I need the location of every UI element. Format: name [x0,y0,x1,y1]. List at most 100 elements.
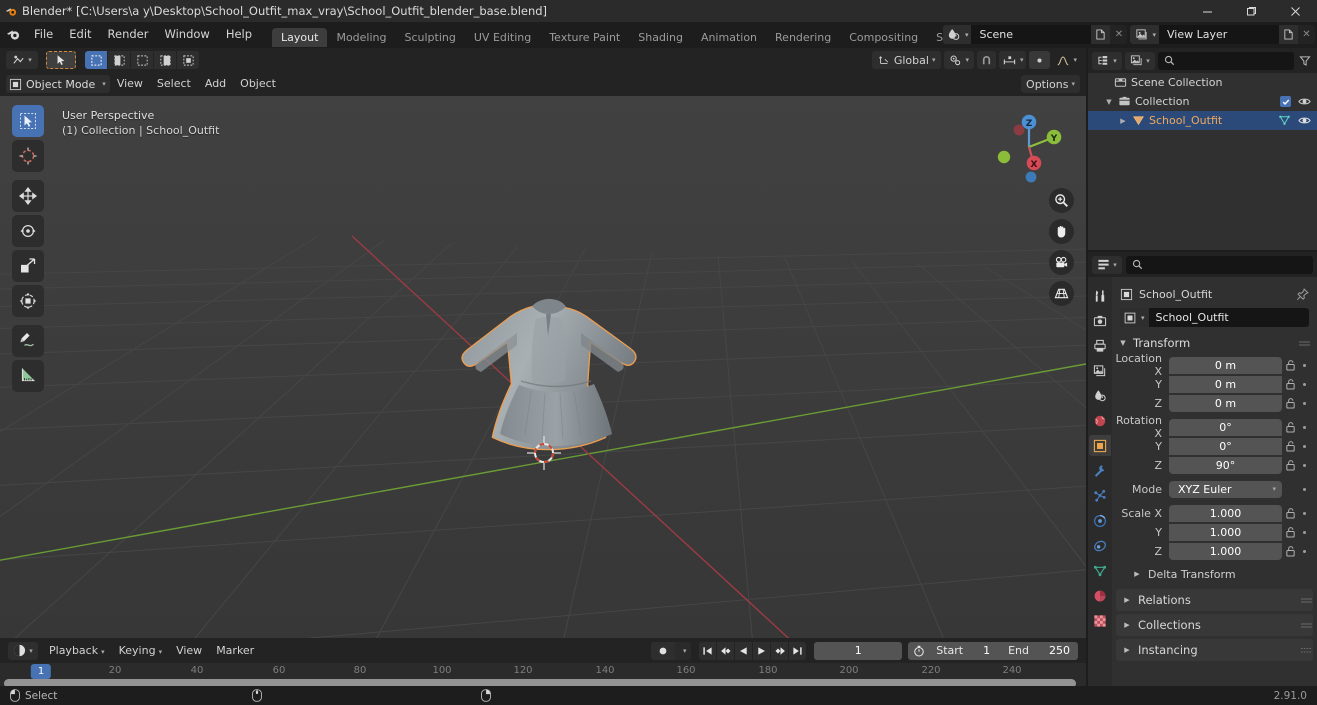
menu-file[interactable]: File [26,22,61,47]
animate-dot-icon[interactable] [1298,463,1311,467]
pin-icon[interactable] [1296,287,1309,301]
menu-help[interactable]: Help [218,22,260,47]
outliner-search-input[interactable] [1158,51,1294,70]
select-box-button[interactable] [85,51,107,69]
editor-type-selector[interactable]: ▾ [6,51,38,69]
tab-modeling[interactable]: Modeling [327,28,395,47]
collections-panel-header[interactable]: ▶ Collections [1116,614,1313,636]
current-frame-field[interactable]: 1 [814,641,903,660]
outliner-display-mode-selector[interactable]: ▾ [1125,51,1155,70]
select-intersect-button[interactable] [177,51,199,69]
snap-magnet-button[interactable] [976,51,996,69]
rotation-z-value[interactable]: 90° [1169,456,1282,474]
tab-layout[interactable]: Layout [272,28,328,47]
chevron-down-icon[interactable]: ▼ [1102,98,1116,106]
chevron-right-icon[interactable]: ▶ [1116,117,1130,125]
select-subtract-button[interactable] [131,51,153,69]
viewlayer-selector[interactable]: ▾ View Layer ✕ [1130,25,1315,44]
measure-tool[interactable] [12,360,44,392]
particles-icon[interactable] [1089,485,1111,506]
scene-icon[interactable] [1089,385,1111,406]
viewport-menu-object[interactable]: Object [233,75,283,93]
viewport-menu-add[interactable]: Add [198,75,233,93]
animate-dot-icon[interactable] [1298,530,1311,534]
tab-compositing[interactable]: Compositing [840,28,927,47]
jump-start-icon[interactable] [699,641,717,660]
rotation-y-value[interactable]: 0° [1169,437,1282,455]
collection-checkbox[interactable] [1280,96,1291,107]
tab-shading[interactable]: Shading [629,28,692,47]
close-button[interactable] [1273,0,1317,22]
outliner-row-collection[interactable]: ▼ Collection [1088,92,1317,111]
tab-animation[interactable]: Animation [692,28,766,47]
lock-icon[interactable] [1282,545,1298,557]
animate-dot-icon[interactable] [1298,425,1311,429]
animate-dot-icon[interactable] [1298,511,1311,515]
lock-icon[interactable] [1282,397,1298,409]
proportional-edit-button[interactable] [1029,51,1051,69]
lock-icon[interactable] [1282,378,1298,390]
unlink-scene-button[interactable]: ✕ [1110,25,1127,44]
scene-name[interactable]: Scene [971,25,1092,44]
start-frame-value[interactable]: 1 [969,644,998,657]
visibility-eye-icon[interactable] [1298,114,1311,127]
world-icon[interactable] [1089,410,1111,431]
lock-icon[interactable] [1282,507,1298,519]
texture-icon[interactable] [1089,610,1111,631]
school-outfit-mesh[interactable] [405,281,725,501]
lock-icon[interactable] [1282,526,1298,538]
outliner-row-scene-collection[interactable]: Scene Collection [1088,73,1317,92]
minimize-button[interactable] [1185,0,1229,22]
timeline-menu-keying[interactable]: Keying ▾ [112,642,169,660]
location-x-value[interactable]: 0 m [1169,356,1282,374]
physics-icon[interactable] [1089,510,1111,531]
scale-x-value[interactable]: 1.000 [1169,504,1282,522]
cursor-tool[interactable] [12,140,44,172]
mesh-data-icon[interactable] [1278,114,1291,127]
rotation-mode-value[interactable]: XYZ Euler ▾ [1169,480,1282,498]
menu-edit[interactable]: Edit [61,22,99,47]
constraints-icon[interactable] [1089,535,1111,556]
zoom-icon[interactable] [1049,188,1074,213]
lock-icon[interactable] [1282,359,1298,371]
tool-icon[interactable] [1089,285,1111,306]
snap-settings-button[interactable]: ▾ [998,51,1027,69]
end-frame-value[interactable]: 250 [1035,644,1078,657]
rotation-x-value[interactable]: 0° [1169,418,1282,436]
view-layer-icon[interactable] [1089,360,1111,381]
material-icon[interactable] [1089,585,1111,606]
location-z-value[interactable]: 0 m [1169,394,1282,412]
timeline-menu-playback[interactable]: Playback ▾ [42,642,112,660]
pan-hand-icon[interactable] [1049,219,1074,244]
outliner-editor-type-selector[interactable]: ▾ [1092,51,1122,70]
animate-dot-icon[interactable] [1298,444,1311,448]
animate-dot-icon[interactable] [1298,363,1311,367]
timeline-menu-marker[interactable]: Marker [209,642,261,660]
scale-y-value[interactable]: 1.000 [1169,523,1282,541]
auto-keying-caret[interactable]: ▾ [675,641,692,660]
animate-dot-icon[interactable] [1298,401,1311,405]
maximize-button[interactable] [1229,0,1273,22]
object-name-field[interactable]: ▾ School_Outfit [1120,308,1309,327]
proportional-falloff-selector[interactable]: ▾ [1053,51,1080,69]
delta-transform-subpanel[interactable]: ▶ Delta Transform [1112,564,1317,584]
timeline-editor-type-selector[interactable]: ▾ [8,641,38,660]
select-extend-button[interactable] [108,51,130,69]
pivot-point-selector[interactable]: ▾ [944,51,974,69]
menu-window[interactable]: Window [156,22,217,47]
scale-tool[interactable] [12,250,44,282]
rotate-tool[interactable] [12,215,44,247]
play-reverse-icon[interactable] [735,641,753,660]
lock-icon[interactable] [1282,440,1298,452]
properties-search-input[interactable] [1126,255,1313,274]
3d-viewport[interactable]: User Perspective (1) Collection | School… [0,96,1086,638]
interaction-mode-selector[interactable]: Object Mode ▾ [6,75,110,93]
tab-texture-paint[interactable]: Texture Paint [540,28,629,47]
animate-dot-icon[interactable] [1298,487,1311,491]
options-dropdown[interactable]: Options ▾ [1021,75,1080,93]
filter-icon[interactable] [1297,55,1313,67]
playhead[interactable]: 1 [30,664,52,679]
timeline-ruler[interactable]: 20 40 60 80 100 120 140 160 180 200 220 … [0,663,1086,686]
select-invert-button[interactable] [154,51,176,69]
viewport-menu-view[interactable]: View [110,75,150,93]
